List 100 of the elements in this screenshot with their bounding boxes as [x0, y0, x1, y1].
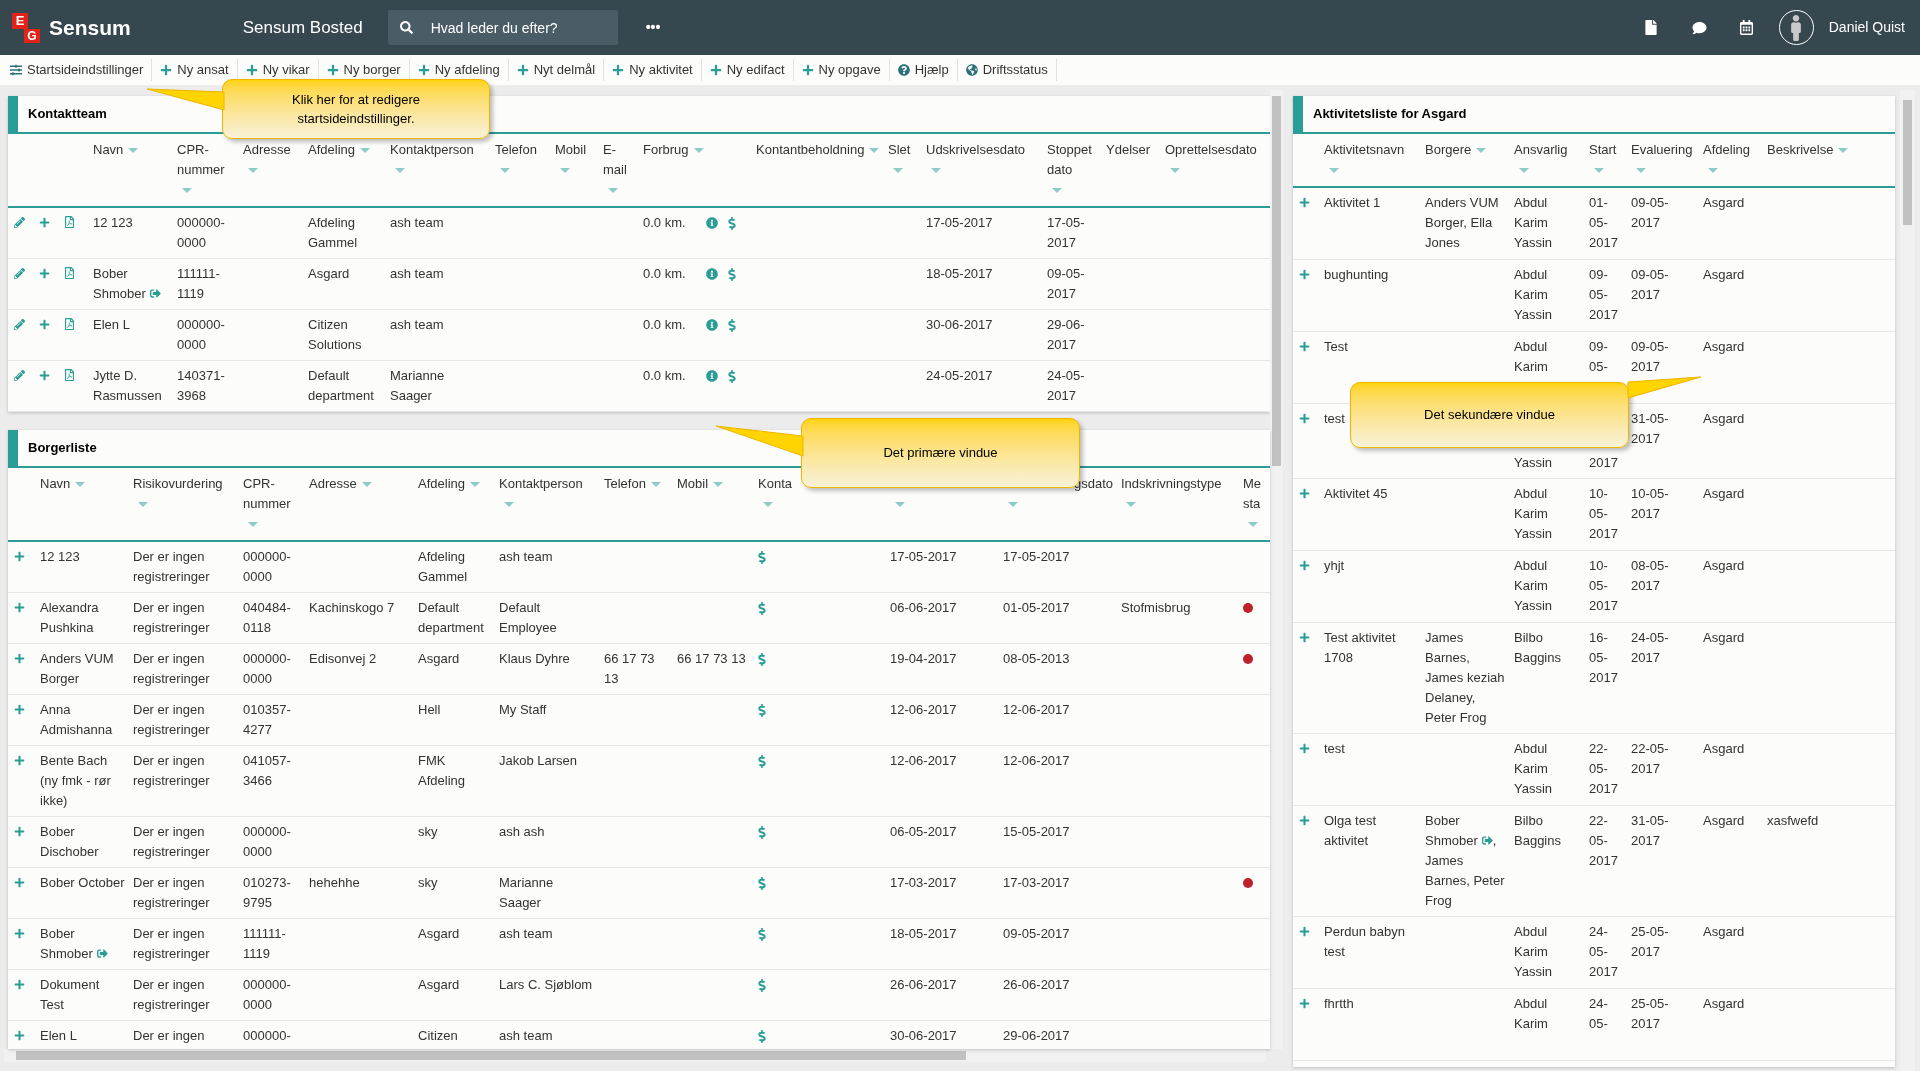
edit-icon[interactable]: [14, 318, 25, 330]
column-header[interactable]: CPR-nummer: [177, 140, 235, 180]
add-icon[interactable]: [1299, 925, 1310, 937]
search-field[interactable]: Hvad leder du efter?: [387, 10, 618, 45]
add-icon[interactable]: [14, 877, 25, 888]
add-icon[interactable]: [39, 216, 50, 228]
calendar-icon[interactable]: [1739, 20, 1753, 35]
dollar-icon[interactable]: [758, 979, 766, 992]
column-header[interactable]: Adresse: [309, 474, 357, 494]
chat-icon[interactable]: [1691, 20, 1707, 35]
column-header[interactable]: Oprettelsesdato: [1165, 140, 1257, 160]
sort-caret-icon[interactable]: [1126, 502, 1136, 508]
column-header[interactable]: Ydelser: [1106, 140, 1151, 160]
add-icon[interactable]: [14, 1030, 25, 1041]
sort-caret-icon[interactable]: [1708, 168, 1718, 174]
toolbar-button[interactable]: Ny edifact: [701, 59, 794, 81]
scrollbar-thumb[interactable]: [16, 1051, 966, 1060]
add-icon[interactable]: [1299, 742, 1310, 754]
dollar-icon[interactable]: [758, 551, 766, 564]
vertical-scrollbar[interactable]: [1270, 90, 1283, 1049]
add-icon[interactable]: [1299, 487, 1310, 499]
add-icon[interactable]: [14, 979, 25, 990]
column-header[interactable]: Konta: [758, 476, 792, 491]
toolbar-button[interactable]: Hjælp: [889, 59, 958, 81]
column-header[interactable]: Evaluering: [1631, 140, 1693, 160]
column-header[interactable]: Aktivitetsnavn: [1324, 140, 1405, 160]
scrollbar-thumb[interactable]: [1272, 96, 1281, 466]
sort-caret-icon[interactable]: [395, 168, 405, 174]
edit-icon[interactable]: [14, 369, 25, 381]
dollar-icon[interactable]: [758, 1030, 766, 1043]
column-header[interactable]: Beskrivelse: [1767, 140, 1834, 160]
exit-icon[interactable]: [96, 948, 108, 959]
toolbar-button[interactable]: Ny opgave: [793, 59, 890, 81]
toolbar-button[interactable]: Ny aktivitet: [604, 59, 702, 81]
add-icon[interactable]: [1299, 631, 1310, 643]
dollar-icon[interactable]: [758, 755, 766, 768]
add-icon[interactable]: [39, 369, 50, 381]
sort-caret-icon[interactable]: [1329, 168, 1339, 174]
user-name[interactable]: Daniel Quist: [1828, 17, 1905, 38]
sort-caret-icon[interactable]: [895, 502, 905, 508]
column-header[interactable]: Me sta: [1243, 474, 1266, 514]
add-icon[interactable]: [1299, 197, 1310, 208]
add-icon[interactable]: [1299, 340, 1310, 352]
column-header[interactable]: Udskrivelsesdato: [926, 140, 1025, 160]
sort-caret-icon[interactable]: [360, 148, 370, 154]
column-header[interactable]: Forbrug: [643, 140, 689, 160]
dollar-icon[interactable]: [758, 826, 766, 839]
sort-caret-icon[interactable]: [1519, 168, 1529, 174]
sort-caret-icon[interactable]: [1052, 188, 1062, 194]
add-icon[interactable]: [1299, 412, 1310, 424]
dollar-icon[interactable]: [727, 216, 736, 230]
column-header[interactable]: Slet: [888, 140, 911, 160]
info-icon[interactable]: [705, 268, 718, 280]
column-header[interactable]: Mobil: [677, 474, 709, 494]
sort-caret-icon[interactable]: [248, 168, 258, 174]
sort-caret-icon[interactable]: [182, 188, 192, 194]
column-header[interactable]: Navn: [93, 140, 124, 160]
sort-caret-icon[interactable]: [1476, 148, 1487, 154]
column-header[interactable]: Risikovurdering: [133, 474, 223, 494]
sort-caret-icon[interactable]: [500, 168, 510, 174]
add-icon[interactable]: [14, 826, 25, 837]
dollar-icon[interactable]: [727, 318, 736, 332]
document-icon[interactable]: [1644, 20, 1657, 35]
column-header[interactable]: Borgere: [1425, 140, 1472, 160]
dollar-icon[interactable]: [758, 602, 766, 615]
sort-caret-icon[interactable]: [713, 482, 724, 488]
add-icon[interactable]: [39, 267, 50, 279]
dollar-icon[interactable]: [758, 704, 766, 717]
sort-caret-icon[interactable]: [138, 502, 148, 508]
horizontal-scrollbar[interactable]: [4, 1049, 1266, 1062]
sort-caret-icon[interactable]: [128, 148, 139, 154]
sort-caret-icon[interactable]: [931, 168, 941, 174]
add-icon[interactable]: [1299, 268, 1310, 280]
sort-caret-icon[interactable]: [650, 482, 661, 488]
column-header[interactable]: Stoppet dato: [1047, 140, 1098, 180]
sort-caret-icon[interactable]: [1008, 502, 1018, 508]
column-header[interactable]: Start: [1589, 140, 1617, 160]
info-icon[interactable]: [705, 217, 718, 229]
dollar-icon[interactable]: [727, 267, 736, 281]
sort-caret-icon[interactable]: [869, 148, 880, 154]
column-header[interactable]: Telefon: [495, 140, 537, 160]
more-button[interactable]: •••: [645, 17, 661, 38]
pdf-icon[interactable]: [64, 267, 75, 279]
sort-caret-icon[interactable]: [470, 482, 480, 488]
pdf-icon[interactable]: [64, 318, 75, 330]
edit-icon[interactable]: [14, 267, 25, 279]
column-header[interactable]: E-mail: [603, 140, 635, 180]
add-icon[interactable]: [14, 653, 25, 664]
toolbar-button[interactable]: Nyt delmål: [508, 59, 605, 81]
edit-icon[interactable]: [14, 216, 25, 228]
sort-caret-icon[interactable]: [893, 168, 903, 174]
column-header[interactable]: Kontantbeholdning: [756, 140, 865, 160]
sort-caret-icon[interactable]: [560, 168, 570, 174]
dollar-icon[interactable]: [758, 928, 766, 941]
scrollbar-thumb[interactable]: [1903, 100, 1912, 225]
column-header[interactable]: Kontaktperson: [390, 140, 474, 160]
info-icon[interactable]: [705, 319, 718, 331]
add-icon[interactable]: [1299, 997, 1310, 1009]
pdf-icon[interactable]: [64, 216, 75, 228]
toolbar-button[interactable]: Driftsstatus: [957, 59, 1057, 81]
